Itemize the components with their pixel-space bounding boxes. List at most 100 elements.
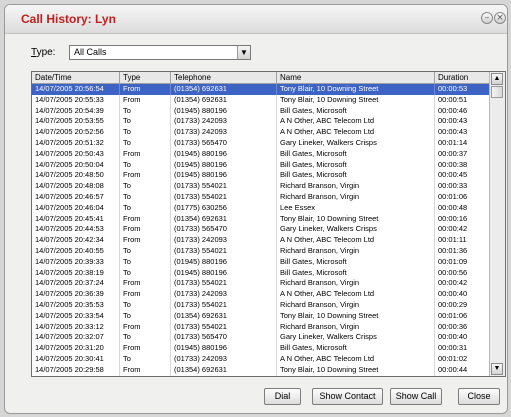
table-row[interactable]: 14/07/2005 20:29:58 From (01354) 692631 Ton…	[32, 364, 491, 376]
cell-name: Richard Branson, Virgin	[277, 181, 435, 192]
cell-datetime: 14/07/2005 20:50:43	[32, 148, 120, 160]
dial-button[interactable]: Dial	[264, 388, 301, 405]
column-header-datetime[interactable]: Date/Time	[32, 72, 120, 83]
cell-type: To	[120, 127, 171, 138]
cell-type: To	[120, 202, 171, 214]
column-header-name[interactable]: Name	[277, 72, 435, 83]
cell-telephone: (01775) 630256	[171, 202, 277, 214]
cell-datetime: 14/07/2005 20:33:54	[32, 310, 120, 322]
table-row[interactable]: 14/07/2005 20:53:55 To (01733) 242093 A N O…	[32, 116, 491, 128]
table-row[interactable]: 14/07/2005 20:32:07 To (01733) 565470 Gary …	[32, 332, 491, 344]
cell-name: Tony Blair, 10 Downing Street	[277, 84, 435, 95]
column-header-telephone[interactable]: Telephone	[171, 72, 277, 83]
table-row[interactable]: 14/07/2005 20:46:57 To (01733) 554021 Richa…	[32, 191, 491, 203]
table-row[interactable]: 14/07/2005 20:30:41 To (01733) 242093 A N O…	[32, 353, 491, 365]
close-button[interactable]: Close	[458, 388, 500, 405]
cell-telephone: (01733) 242093	[171, 353, 277, 365]
table-row[interactable]: 14/07/2005 20:45:41 From (01354) 692631 Ton…	[32, 213, 491, 225]
table-row[interactable]: 14/07/2005 20:56:54 From (01354) 692631 Ton…	[32, 84, 491, 95]
cell-telephone: (01733) 242093	[171, 289, 277, 300]
scrollbar-thumb[interactable]	[491, 86, 503, 98]
cell-name: Bill Gates, Microsoft	[277, 159, 435, 171]
table-row[interactable]: 14/07/2005 20:33:54 To (01354) 692631 Tony …	[32, 310, 491, 322]
cell-duration: 00:00:38	[435, 159, 491, 171]
cell-name: Bill Gates, Microsoft	[277, 170, 435, 182]
cell-type: From	[120, 343, 171, 354]
table-row[interactable]: 14/07/2005 20:52:56 To (01733) 242093 A N O…	[32, 127, 491, 138]
show-contact-button[interactable]: Show Contact	[312, 388, 383, 405]
cell-datetime: 14/07/2005 20:46:04	[32, 202, 120, 214]
cell-type: To	[120, 245, 171, 257]
type-dropdown-value: All Calls	[74, 47, 107, 57]
cell-name: Richard Branson, Virgin	[277, 245, 435, 257]
table-row[interactable]: 14/07/2005 20:55:33 From (01354) 692631 Ton…	[32, 94, 491, 106]
cell-name: Bill Gates, Microsoft	[277, 343, 435, 354]
cell-datetime: 14/07/2005 20:40:55	[32, 245, 120, 257]
cell-datetime: 14/07/2005 20:54:39	[32, 105, 120, 117]
table-row[interactable]: 14/07/2005 20:37:24 From (01733) 554021 Ric…	[32, 278, 491, 290]
table-row[interactable]: 14/07/2005 20:50:43 From (01945) 880196 Bil…	[32, 148, 491, 160]
cell-datetime: 14/07/2005 20:42:34	[32, 235, 120, 246]
cell-datetime: 14/07/2005 20:46:57	[32, 191, 120, 203]
table-row[interactable]: 14/07/2005 20:40:55 To (01733) 554021 Richa…	[32, 245, 491, 257]
table-row[interactable]: 14/07/2005 20:48:08 To (01733) 554021 Richa…	[32, 181, 491, 192]
close-icon[interactable]: ×	[494, 12, 506, 24]
cell-type: To	[120, 181, 171, 192]
cell-telephone: (01733) 554021	[171, 245, 277, 257]
table-row[interactable]: 14/07/2005 20:33:12 From (01733) 554021 Ric…	[32, 321, 491, 333]
cell-telephone: (01733) 242093	[171, 127, 277, 138]
cell-telephone: (01733) 554021	[171, 278, 277, 290]
scroll-down-icon[interactable]: ▼	[491, 363, 503, 375]
chevron-down-icon[interactable]: ▼	[237, 46, 250, 59]
show-call-button[interactable]: Show Call	[390, 388, 442, 405]
cell-name: Bill Gates, Microsoft	[277, 256, 435, 268]
cell-duration: 00:00:16	[435, 213, 491, 225]
table-row[interactable]: 14/07/2005 20:48:50 From (01945) 880196 Bil…	[32, 170, 491, 182]
cell-name: Gary Lineker, Walkers Crisps	[277, 137, 435, 149]
cell-duration: 00:00:36	[435, 321, 491, 333]
table-row[interactable]: 14/07/2005 20:46:04 To (01775) 630256 Lee E…	[32, 202, 491, 214]
minimize-icon[interactable]: –	[481, 12, 493, 24]
cell-type: From	[120, 213, 171, 225]
cell-name: A N Other, ABC Telecom Ltd	[277, 127, 435, 138]
table-row[interactable]: 14/07/2005 20:50:04 To (01945) 880196 Bill …	[32, 159, 491, 171]
call-history-table[interactable]: Date/Time Type Telephone Name Duration 1…	[31, 71, 506, 377]
cell-telephone: (01354) 692631	[171, 310, 277, 322]
column-header-type[interactable]: Type	[120, 72, 171, 83]
table-row[interactable]: 14/07/2005 20:31:20 From (01945) 880196 Bil…	[32, 343, 491, 354]
table-row[interactable]: 14/07/2005 20:35:53 To (01733) 554021 Richa…	[32, 299, 491, 311]
table-row[interactable]: 14/07/2005 20:39:33 To (01945) 880196 Bill …	[32, 256, 491, 268]
cell-datetime: 14/07/2005 20:48:50	[32, 170, 120, 182]
table-row[interactable]: 14/07/2005 20:38:19 To (01945) 880196 Bill …	[32, 267, 491, 279]
cell-duration: 00:00:31	[435, 343, 491, 354]
cell-telephone: (01945) 880196	[171, 105, 277, 117]
cell-datetime: 14/07/2005 20:50:04	[32, 159, 120, 171]
cell-name: Richard Branson, Virgin	[277, 299, 435, 311]
cell-datetime: 14/07/2005 20:45:41	[32, 213, 120, 225]
cell-duration: 00:01:09	[435, 256, 491, 268]
vertical-scrollbar[interactable]: ▲ ▼	[489, 72, 505, 376]
table-header: Date/Time Type Telephone Name Duration	[32, 72, 491, 84]
type-dropdown[interactable]: All Calls ▼	[69, 45, 251, 60]
column-header-duration[interactable]: Duration	[435, 72, 491, 83]
scroll-up-icon[interactable]: ▲	[491, 73, 503, 85]
title-bar[interactable]: Call History: Lyn – ×	[5, 5, 507, 34]
cell-duration: 00:00:43	[435, 127, 491, 138]
table-row[interactable]: 14/07/2005 20:36:39 From (01733) 242093 A N…	[32, 289, 491, 300]
cell-type: To	[120, 353, 171, 365]
cell-type: To	[120, 310, 171, 322]
table-row[interactable]: 14/07/2005 20:42:34 From (01733) 242093 A N…	[32, 235, 491, 246]
table-row[interactable]: 14/07/2005 20:51:32 To (01733) 565470 Gary …	[32, 137, 491, 149]
cell-telephone: (01945) 880196	[171, 343, 277, 354]
cell-telephone: (01945) 880196	[171, 256, 277, 268]
cell-name: Bill Gates, Microsoft	[277, 148, 435, 160]
cell-duration: 00:00:56	[435, 267, 491, 279]
cell-duration: 00:00:33	[435, 181, 491, 192]
table-row[interactable]: 14/07/2005 20:44:53 From (01733) 565470 Gar…	[32, 224, 491, 236]
cell-telephone: (01733) 554021	[171, 299, 277, 311]
cell-duration: 00:00:40	[435, 289, 491, 300]
cell-type: To	[120, 299, 171, 311]
table-row[interactable]: 14/07/2005 20:54:39 To (01945) 880196 Bill …	[32, 105, 491, 117]
type-label: Type:	[31, 47, 56, 58]
cell-duration: 00:00:42	[435, 224, 491, 236]
